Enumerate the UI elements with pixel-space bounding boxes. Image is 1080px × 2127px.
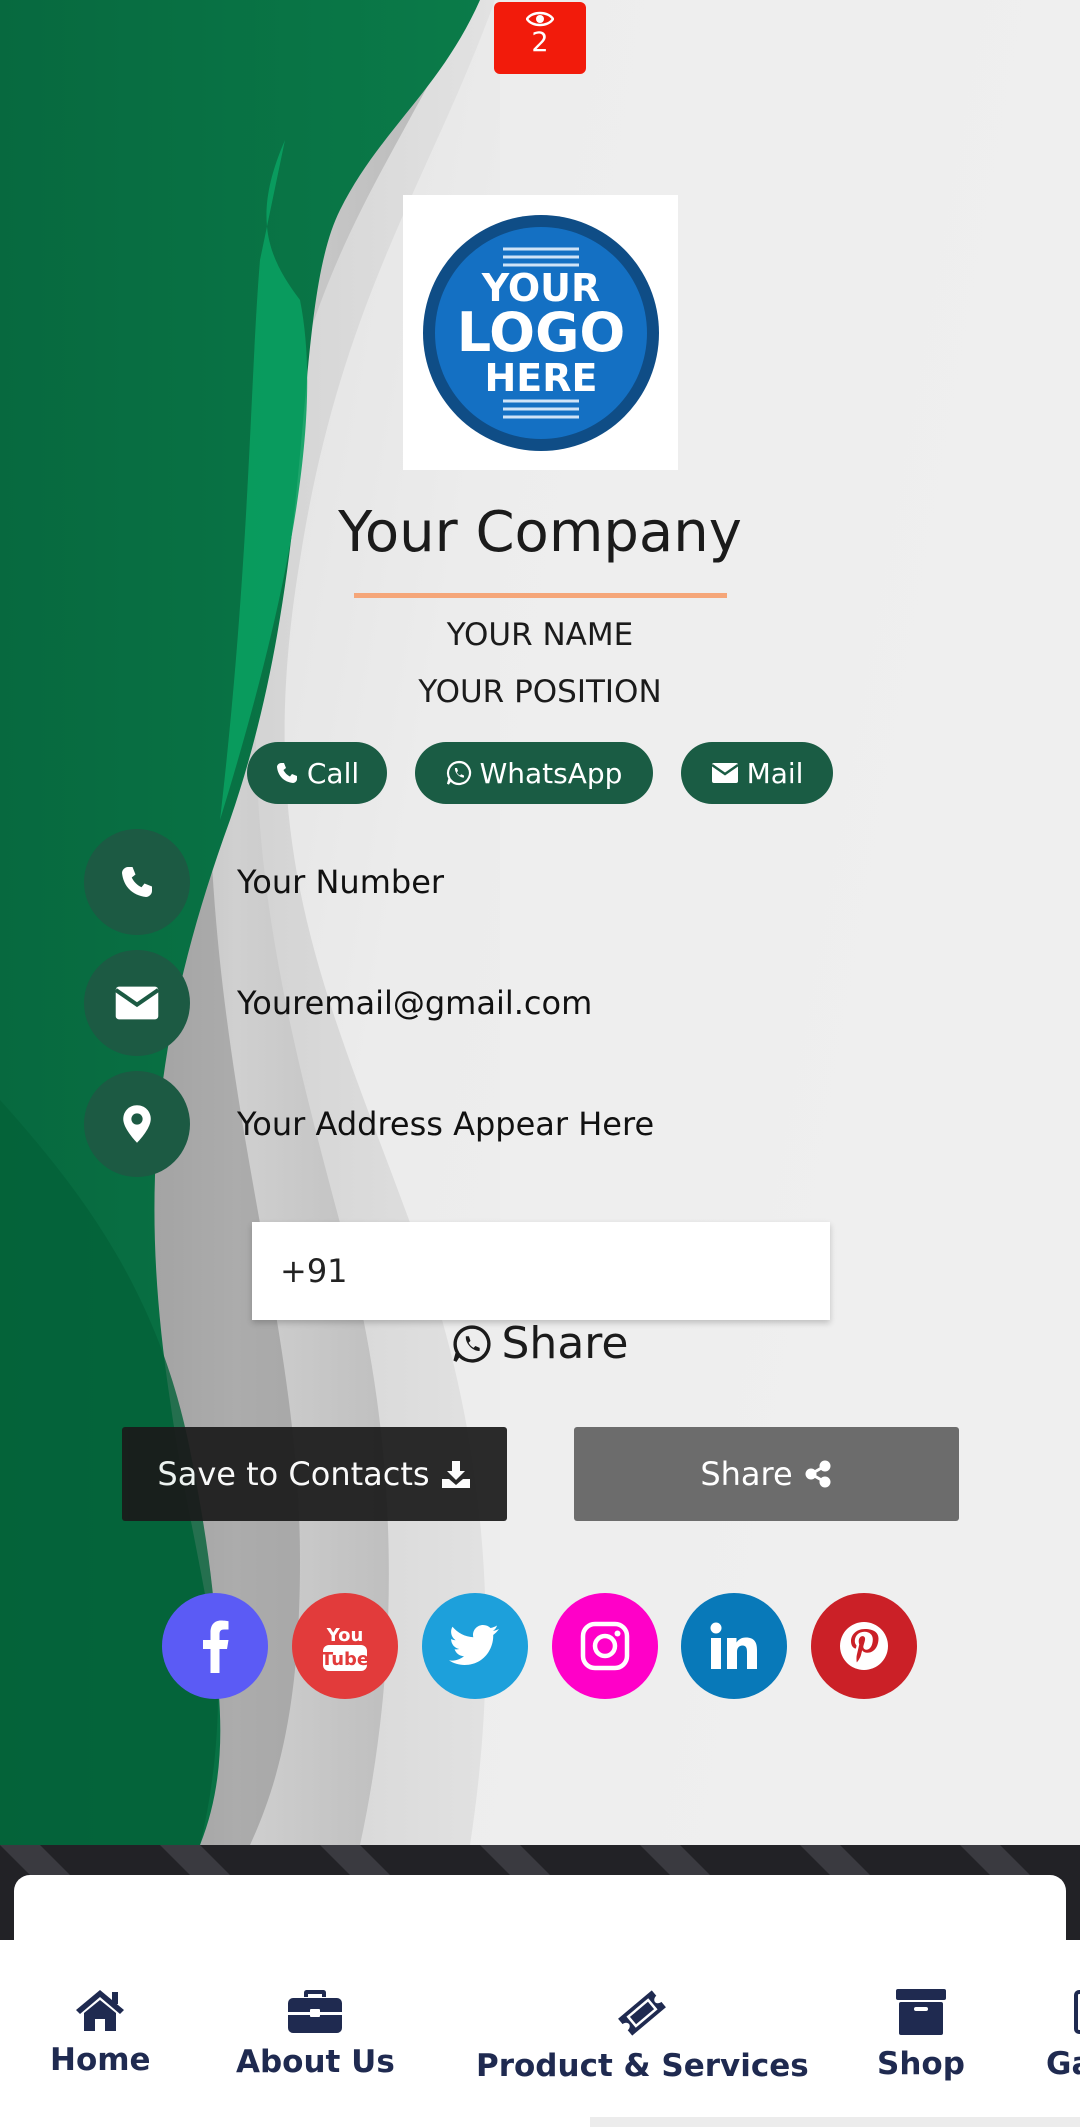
envelope-icon — [710, 763, 739, 783]
phone-number-text: Your Number — [237, 863, 445, 901]
nav-item-home[interactable]: Home — [50, 1988, 151, 2078]
contact-phone-row[interactable]: Your Number — [84, 829, 444, 935]
nav-about-label: About Us — [236, 2044, 395, 2080]
svg-text:You: You — [326, 1625, 364, 1646]
company-logo: YOUR LOGO HERE — [403, 195, 678, 470]
address-text: Your Address Appear Here — [237, 1105, 655, 1143]
whatsapp-number-input[interactable]: +91 — [252, 1222, 830, 1320]
eye-icon — [526, 11, 554, 27]
download-icon — [441, 1461, 470, 1488]
mail-button[interactable]: Mail — [681, 742, 833, 804]
nav-shop-label: Shop — [877, 2046, 965, 2082]
contact-email-row[interactable]: Youremail@gmail.com — [84, 950, 592, 1056]
facebook-icon — [203, 1620, 229, 1673]
youtube-icon: You Tube — [321, 1625, 369, 1671]
bottom-navigation: Home About Us Product & Services Shop G — [0, 1940, 1080, 2127]
gallery-icon — [1074, 1990, 1080, 2034]
phone-circle[interactable] — [84, 829, 190, 935]
envelope-icon — [114, 986, 160, 1020]
youtube-button[interactable]: You Tube — [292, 1593, 398, 1699]
nav-item-products[interactable]: Product & Services — [476, 1988, 809, 2084]
email-text: Youremail@gmail.com — [237, 984, 593, 1022]
facebook-button[interactable] — [162, 1593, 268, 1699]
svg-text:HERE: HERE — [484, 356, 597, 400]
phone-icon — [122, 867, 152, 897]
nav-home-label: Home — [50, 2042, 151, 2078]
save-to-contacts-label: Save to Contacts — [157, 1455, 430, 1493]
call-button[interactable]: Call — [247, 742, 387, 804]
instagram-button[interactable] — [552, 1593, 658, 1699]
whatsapp-share-link[interactable]: Share — [0, 1318, 1080, 1369]
nav-item-about[interactable]: About Us — [236, 1988, 395, 2080]
company-name: Your Company — [338, 500, 742, 565]
svg-text:LOGO: LOGO — [456, 301, 625, 364]
nav-item-gallery[interactable]: Ga — [1046, 1988, 1080, 2082]
hero-background: 2 YOUR LOGO HERE Your Company YOUR NAME … — [0, 0, 1080, 1845]
whatsapp-label: WhatsApp — [479, 756, 623, 790]
map-pin-icon — [123, 1105, 151, 1143]
whatsapp-icon — [452, 1324, 491, 1363]
share-icon — [805, 1460, 831, 1488]
twitter-button[interactable] — [422, 1593, 528, 1699]
person-position: YOUR POSITION — [418, 674, 662, 710]
email-circle[interactable] — [84, 950, 190, 1056]
nav-item-shop[interactable]: Shop — [877, 1988, 965, 2082]
gesture-bar — [590, 2117, 1080, 2127]
mail-label: Mail — [746, 756, 804, 790]
share-label: Share — [700, 1455, 793, 1493]
phone-icon — [276, 763, 297, 783]
pinterest-icon — [840, 1622, 888, 1670]
pinterest-button[interactable] — [811, 1593, 917, 1699]
svg-text:Tube: Tube — [321, 1649, 369, 1670]
whatsapp-button[interactable]: WhatsApp — [415, 742, 653, 804]
share-button[interactable]: Share — [574, 1427, 959, 1521]
linkedin-button[interactable] — [681, 1593, 787, 1699]
nav-gallery-label: Ga — [1046, 2046, 1080, 2082]
contact-address-row[interactable]: Your Address Appear Here — [84, 1071, 654, 1177]
view-counter-badge: 2 — [494, 2, 586, 74]
linkedin-icon — [710, 1622, 757, 1669]
person-name: YOUR NAME — [446, 617, 634, 653]
instagram-icon — [580, 1621, 630, 1671]
save-to-contacts-button[interactable]: Save to Contacts — [122, 1427, 507, 1521]
home-icon — [76, 1990, 125, 2031]
call-label: Call — [306, 756, 360, 790]
briefcase-icon — [288, 1990, 343, 2033]
whatsapp-share-label: Share — [501, 1318, 629, 1369]
twitter-bird-icon — [449, 1625, 499, 1665]
address-circle[interactable] — [84, 1071, 190, 1177]
logo-placeholder-image: YOUR LOGO HERE — [422, 214, 659, 451]
archive-box-icon — [895, 1989, 946, 2035]
view-count: 2 — [531, 27, 549, 58]
whatsapp-icon — [446, 760, 471, 786]
divider — [354, 593, 727, 598]
ticket-icon — [618, 1990, 667, 2036]
nav-products-label: Product & Services — [476, 2048, 809, 2084]
